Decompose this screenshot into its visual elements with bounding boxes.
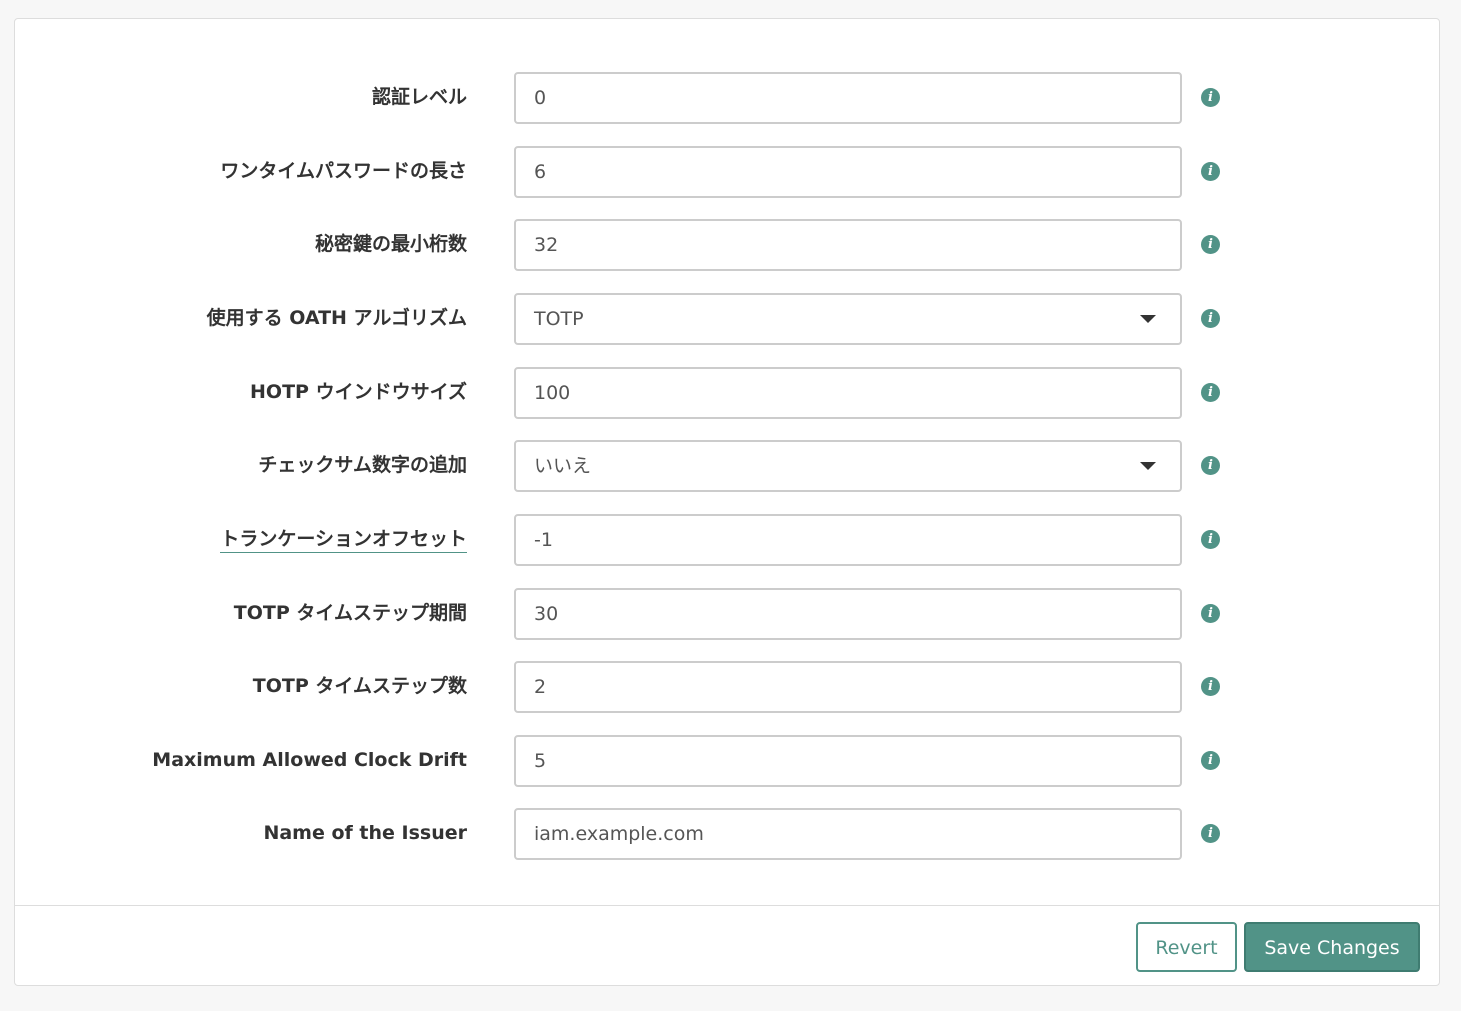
field-label-otp-length: ワンタイムパスワードの長さ	[220, 160, 467, 182]
add-checksum-select[interactable]: いいえ	[514, 440, 1182, 492]
info-icon[interactable]: i	[1201, 88, 1220, 107]
hotp-window-size-input[interactable]	[514, 367, 1182, 419]
truncation-offset-input[interactable]	[514, 514, 1182, 566]
field-label-totp-time-step-interval: TOTP タイムステップ期間	[233, 602, 467, 624]
form-row-hotp-window-size: HOTP ウインドウサイズ i	[15, 367, 1439, 419]
field-label-add-checksum: チェックサム数字の追加	[258, 454, 467, 476]
info-icon[interactable]: i	[1201, 677, 1220, 696]
field-label-oath-algorithm: 使用する OATH アルゴリズム	[206, 307, 467, 329]
form-row-oath-algorithm: 使用する OATH アルゴリズム TOTP i	[15, 293, 1439, 345]
form-row-issuer-name: Name of the Issuer i	[15, 808, 1439, 860]
info-icon[interactable]: i	[1201, 162, 1220, 181]
min-secret-length-input[interactable]	[514, 219, 1182, 271]
issuer-name-input[interactable]	[514, 808, 1182, 860]
chevron-down-icon	[1140, 462, 1156, 470]
info-icon[interactable]: i	[1201, 235, 1220, 254]
info-icon[interactable]: i	[1201, 824, 1220, 843]
save-changes-button[interactable]: Save Changes	[1244, 922, 1420, 972]
revert-button[interactable]: Revert	[1136, 922, 1237, 972]
info-icon[interactable]: i	[1201, 309, 1220, 328]
field-label-truncation-offset-text: トランケーションオフセット	[220, 528, 467, 553]
otp-length-input[interactable]	[514, 146, 1182, 198]
form-row-totp-time-steps: TOTP タイムステップ数 i	[15, 661, 1439, 713]
info-icon[interactable]: i	[1201, 456, 1220, 475]
add-checksum-selected-value: いいえ	[534, 455, 592, 477]
totp-time-steps-input[interactable]	[514, 661, 1182, 713]
field-label-totp-time-steps: TOTP タイムステップ数	[252, 675, 467, 697]
form-row-add-checksum: チェックサム数字の追加 いいえ i	[15, 440, 1439, 492]
field-label-truncation-offset: トランケーションオフセット	[220, 514, 467, 566]
form-row-auth-level: 認証レベル i	[15, 72, 1439, 124]
info-icon[interactable]: i	[1201, 530, 1220, 549]
totp-time-step-interval-input[interactable]	[514, 588, 1182, 640]
panel-footer: Revert Save Changes	[15, 905, 1439, 986]
field-label-max-clock-drift: Maximum Allowed Clock Drift	[152, 749, 467, 771]
field-label-auth-level: 認証レベル	[371, 86, 467, 108]
chevron-down-icon	[1140, 315, 1156, 323]
settings-panel: 認証レベル i ワンタイムパスワードの長さ i 秘密鍵の最小桁数 i 使用する …	[14, 18, 1440, 986]
form-row-totp-time-step-interval: TOTP タイムステップ期間 i	[15, 588, 1439, 640]
field-label-issuer-name: Name of the Issuer	[263, 822, 467, 844]
settings-form: 認証レベル i ワンタイムパスワードの長さ i 秘密鍵の最小桁数 i 使用する …	[15, 19, 1439, 905]
field-label-min-secret-length: 秘密鍵の最小桁数	[314, 233, 467, 255]
info-icon[interactable]: i	[1201, 604, 1220, 623]
oath-algorithm-selected-value: TOTP	[534, 308, 584, 330]
form-row-max-clock-drift: Maximum Allowed Clock Drift i	[15, 735, 1439, 787]
max-clock-drift-input[interactable]	[514, 735, 1182, 787]
form-row-min-secret-length: 秘密鍵の最小桁数 i	[15, 219, 1439, 271]
auth-level-input[interactable]	[514, 72, 1182, 124]
form-row-otp-length: ワンタイムパスワードの長さ i	[15, 146, 1439, 198]
info-icon[interactable]: i	[1201, 751, 1220, 770]
oath-algorithm-select[interactable]: TOTP	[514, 293, 1182, 345]
info-icon[interactable]: i	[1201, 383, 1220, 402]
form-row-truncation-offset: トランケーションオフセット i	[15, 514, 1439, 566]
field-label-hotp-window-size: HOTP ウインドウサイズ	[250, 381, 467, 403]
